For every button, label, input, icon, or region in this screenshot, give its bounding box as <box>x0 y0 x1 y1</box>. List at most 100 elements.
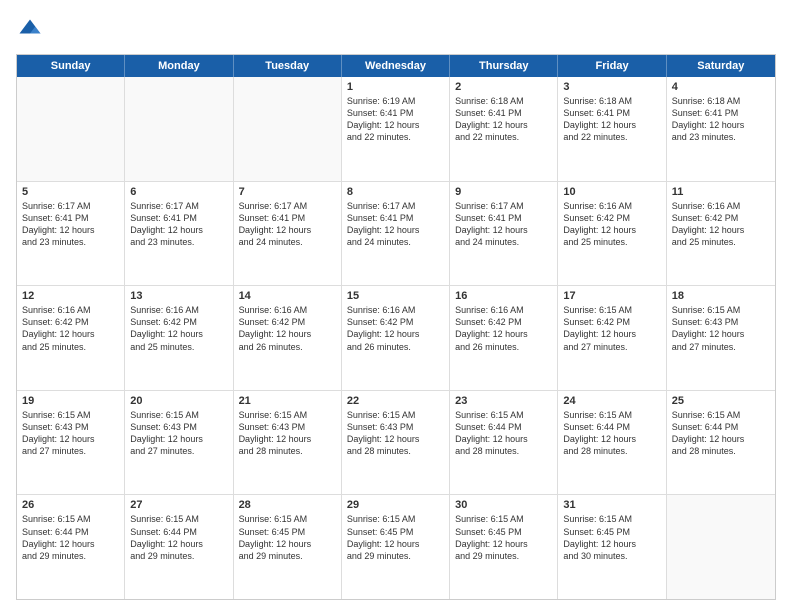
calendar-cell-8: 8Sunrise: 6:17 AMSunset: 6:41 PMDaylight… <box>342 182 450 286</box>
cell-line-27-3: and 29 minutes. <box>130 550 227 562</box>
cell-line-26-1: Sunset: 6:44 PM <box>22 526 119 538</box>
calendar-cell-31: 31 Sunrise: 6:15 AMSunset: 6:45 PMDayligh… <box>558 495 666 599</box>
cell-line-5-0: Sunrise: 6:17 AM <box>22 200 119 212</box>
cell-line-11-0: Sunrise: 6:16 AM <box>672 200 770 212</box>
calendar: SundayMondayTuesdayWednesdayThursdayFrid… <box>16 54 776 600</box>
cell-line-13-3: and 25 minutes. <box>130 341 227 353</box>
logo-icon <box>16 16 44 44</box>
cell-line-8-0: Sunrise: 6:17 AM <box>347 200 444 212</box>
cell-line-23-2: Daylight: 12 hours <box>455 433 552 445</box>
calendar-cell-28: 28Sunrise: 6:15 AMSunset: 6:45 PMDayligh… <box>234 495 342 599</box>
calendar-cell-19: 19Sunrise: 6:15 AMSunset: 6:43 PMDayligh… <box>17 391 125 495</box>
cell-line-7-0: Sunrise: 6:17 AM <box>239 200 336 212</box>
cell-line-5-1: Sunset: 6:41 PM <box>22 212 119 224</box>
cell-line-23-3: and 28 minutes. <box>455 445 552 457</box>
cell-line-18-1: Sunset: 6:43 PM <box>672 316 770 328</box>
cell-line-17-1: Sunset: 6:42 PM <box>563 316 660 328</box>
cell-line-20-3: and 27 minutes. <box>130 445 227 457</box>
cell-line-12-0: Sunrise: 6:16 AM <box>22 304 119 316</box>
cell-line-4-3: and 23 minutes. <box>672 131 770 143</box>
calendar-cell-6: 6Sunrise: 6:17 AMSunset: 6:41 PMDaylight… <box>125 182 233 286</box>
cell-line-31-0: Sunrise: 6:15 AM <box>563 513 660 525</box>
cell-line-24-2: Daylight: 12 hours <box>563 433 660 445</box>
calendar-cell-21: 21Sunrise: 6:15 AMSunset: 6:43 PMDayligh… <box>234 391 342 495</box>
cell-line-27-0: Sunrise: 6:15 AM <box>130 513 227 525</box>
cell-line-3-0: Sunrise: 6:18 AM <box>563 95 660 107</box>
calendar-cell-5: 5Sunrise: 6:17 AMSunset: 6:41 PMDaylight… <box>17 182 125 286</box>
weekday-header-friday: Friday <box>558 55 666 77</box>
header <box>16 16 776 44</box>
calendar-cell-12: 12Sunrise: 6:16 AMSunset: 6:42 PMDayligh… <box>17 286 125 390</box>
day-number-22: 22 <box>347 395 444 407</box>
day-number-12: 12 <box>22 290 119 302</box>
calendar-row-2: 12Sunrise: 6:16 AMSunset: 6:42 PMDayligh… <box>17 286 775 391</box>
cell-line-31-2: Daylight: 12 hours <box>563 538 660 550</box>
day-number-3: 3 <box>563 81 660 93</box>
cell-line-31-1: Sunset: 6:45 PM <box>563 526 660 538</box>
calendar-cell-29: 29Sunrise: 6:15 AMSunset: 6:45 PMDayligh… <box>342 495 450 599</box>
calendar-cell-9: 9Sunrise: 6:17 AMSunset: 6:41 PMDaylight… <box>450 182 558 286</box>
cell-line-15-3: and 26 minutes. <box>347 341 444 353</box>
cell-line-25-1: Sunset: 6:44 PM <box>672 421 770 433</box>
cell-line-28-2: Daylight: 12 hours <box>239 538 336 550</box>
cell-line-17-2: Daylight: 12 hours <box>563 328 660 340</box>
cell-line-10-1: Sunset: 6:42 PM <box>563 212 660 224</box>
day-number-23: 23 <box>455 395 552 407</box>
cell-line-12-1: Sunset: 6:42 PM <box>22 316 119 328</box>
day-number-30: 30 <box>455 499 552 511</box>
cell-line-14-2: Daylight: 12 hours <box>239 328 336 340</box>
cell-line-11-1: Sunset: 6:42 PM <box>672 212 770 224</box>
cell-line-16-1: Sunset: 6:42 PM <box>455 316 552 328</box>
calendar-cell-25: 25Sunrise: 6:15 AMSunset: 6:44 PMDayligh… <box>667 391 775 495</box>
weekday-header-tuesday: Tuesday <box>234 55 342 77</box>
cell-line-27-2: Daylight: 12 hours <box>130 538 227 550</box>
cell-line-10-3: and 25 minutes. <box>563 236 660 248</box>
cell-line-13-1: Sunset: 6:42 PM <box>130 316 227 328</box>
weekday-header-saturday: Saturday <box>667 55 775 77</box>
cell-line-22-2: Daylight: 12 hours <box>347 433 444 445</box>
calendar-row-3: 19Sunrise: 6:15 AMSunset: 6:43 PMDayligh… <box>17 391 775 496</box>
cell-line-26-2: Daylight: 12 hours <box>22 538 119 550</box>
cell-line-22-1: Sunset: 6:43 PM <box>347 421 444 433</box>
calendar-body: 1Sunrise: 6:19 AMSunset: 6:41 PMDaylight… <box>17 77 775 599</box>
cell-line-20-1: Sunset: 6:43 PM <box>130 421 227 433</box>
calendar-cell-1: 1Sunrise: 6:19 AMSunset: 6:41 PMDaylight… <box>342 77 450 181</box>
calendar-cell-30: 30 Sunrise: 6:15 AMSunset: 6:45 PMDayligh… <box>450 495 558 599</box>
cell-line-24-0: Sunrise: 6:15 AM <box>563 409 660 421</box>
day-number-31: 31 <box>563 499 660 511</box>
cell-line-14-0: Sunrise: 6:16 AM <box>239 304 336 316</box>
calendar-cell-26: 26Sunrise: 6:15 AMSunset: 6:44 PMDayligh… <box>17 495 125 599</box>
cell-line-7-3: and 24 minutes. <box>239 236 336 248</box>
cell-line-15-0: Sunrise: 6:16 AM <box>347 304 444 316</box>
day-number-24: 24 <box>563 395 660 407</box>
cell-line-3-1: Sunset: 6:41 PM <box>563 107 660 119</box>
cell-line-11-3: and 25 minutes. <box>672 236 770 248</box>
day-number-18: 18 <box>672 290 770 302</box>
cell-line-29-0: Sunrise: 6:15 AM <box>347 513 444 525</box>
day-number-11: 11 <box>672 186 770 198</box>
day-number-13: 13 <box>130 290 227 302</box>
cell-line-1-1: Sunset: 6:41 PM <box>347 107 444 119</box>
cell-line-14-3: and 26 minutes. <box>239 341 336 353</box>
calendar-cell-empty-0-0 <box>17 77 125 181</box>
weekday-header-thursday: Thursday <box>450 55 558 77</box>
day-number-26: 26 <box>22 499 119 511</box>
cell-line-30-0: Sunrise: 6:15 AM <box>455 513 552 525</box>
cell-line-12-3: and 25 minutes. <box>22 341 119 353</box>
calendar-cell-empty-0-2 <box>234 77 342 181</box>
calendar-cell-empty-0-1 <box>125 77 233 181</box>
cell-line-17-0: Sunrise: 6:15 AM <box>563 304 660 316</box>
cell-line-19-2: Daylight: 12 hours <box>22 433 119 445</box>
day-number-28: 28 <box>239 499 336 511</box>
cell-line-22-3: and 28 minutes. <box>347 445 444 457</box>
calendar-cell-13: 13Sunrise: 6:16 AMSunset: 6:42 PMDayligh… <box>125 286 233 390</box>
cell-line-25-3: and 28 minutes. <box>672 445 770 457</box>
cell-line-24-1: Sunset: 6:44 PM <box>563 421 660 433</box>
cell-line-3-2: Daylight: 12 hours <box>563 119 660 131</box>
cell-line-30-2: Daylight: 12 hours <box>455 538 552 550</box>
day-number-27: 27 <box>130 499 227 511</box>
cell-line-16-2: Daylight: 12 hours <box>455 328 552 340</box>
cell-line-7-1: Sunset: 6:41 PM <box>239 212 336 224</box>
cell-line-16-3: and 26 minutes. <box>455 341 552 353</box>
cell-line-30-1: Sunset: 6:45 PM <box>455 526 552 538</box>
